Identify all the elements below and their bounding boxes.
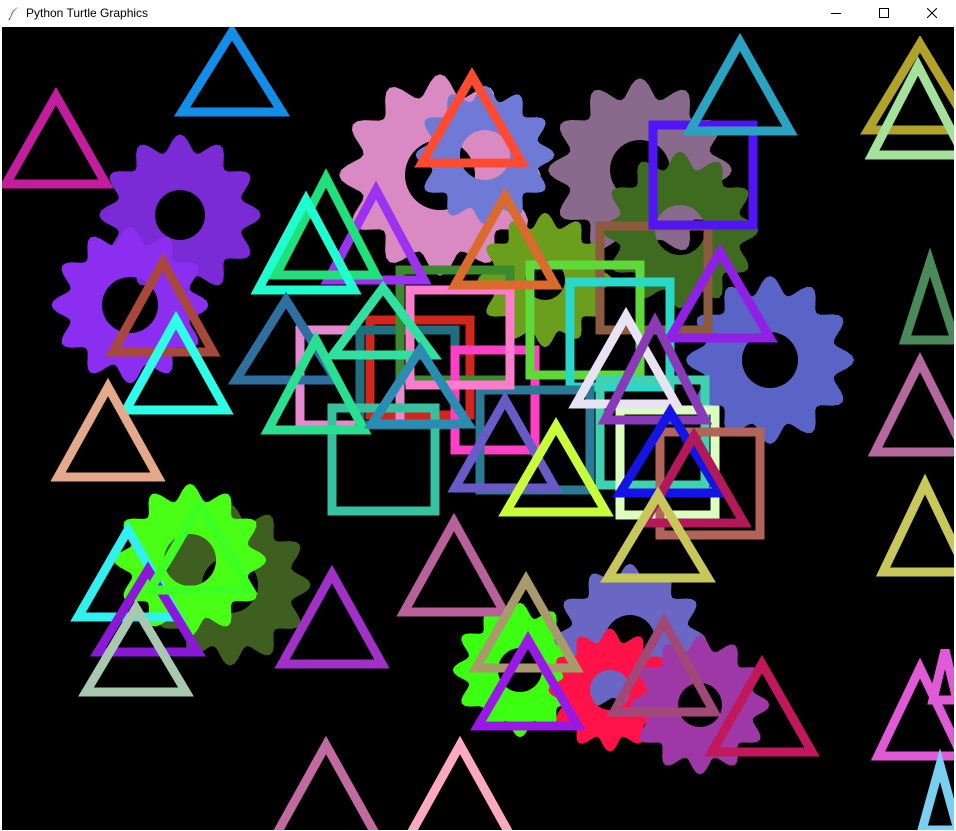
triangle-outline xyxy=(50,377,166,482)
minimize-button[interactable] xyxy=(812,0,860,26)
feather-icon xyxy=(6,5,22,21)
triangle-outline xyxy=(917,748,954,830)
maximize-icon xyxy=(879,8,889,18)
triangle-outline xyxy=(870,657,954,761)
triangle-outline xyxy=(682,32,798,136)
close-button[interactable] xyxy=(908,0,956,26)
title-bar[interactable]: Python Turtle Graphics xyxy=(0,0,956,26)
triangle-outline xyxy=(927,648,954,705)
triangle-outline xyxy=(875,473,954,577)
triangle-outline xyxy=(867,351,954,457)
window-controls xyxy=(812,0,956,26)
maximize-button[interactable] xyxy=(860,0,908,26)
triangle-outline xyxy=(2,86,114,189)
triangle-outline xyxy=(407,735,513,830)
window-title: Python Turtle Graphics xyxy=(26,6,149,20)
close-icon xyxy=(927,8,937,18)
minimize-icon xyxy=(831,13,841,14)
turtle-window: Python Turtle Graphics xyxy=(0,0,956,831)
triangle-outline xyxy=(396,512,512,617)
turtle-canvas[interactable] xyxy=(2,27,954,830)
triangle-outline xyxy=(273,735,379,830)
drawing-surface xyxy=(2,27,954,830)
triangle-outline xyxy=(173,27,291,117)
triangle-outline xyxy=(898,247,954,345)
